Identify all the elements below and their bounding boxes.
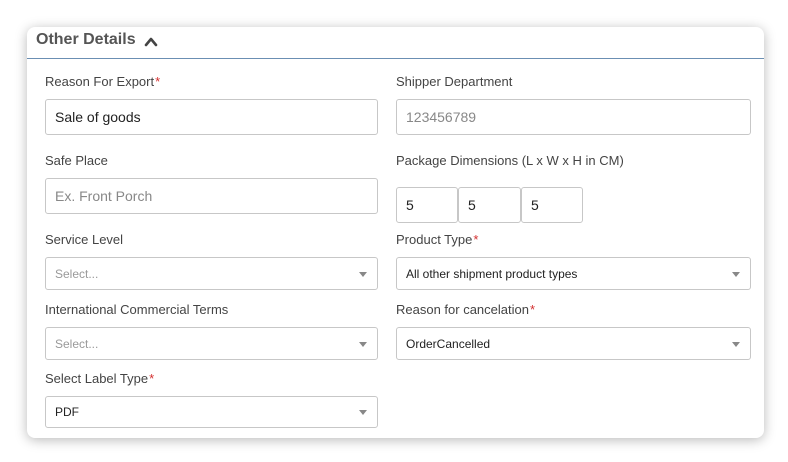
- package-width-input[interactable]: [458, 187, 521, 223]
- service-level-select[interactable]: Select...: [45, 257, 378, 290]
- incoterms-placeholder: Select...: [55, 336, 99, 351]
- reason-for-export-label: Reason For Export*: [45, 74, 160, 89]
- reason-for-cancelation-value: OrderCancelled: [406, 336, 491, 351]
- product-type-label-text: Product Type: [396, 232, 473, 247]
- product-type-value: All other shipment product types: [406, 266, 578, 281]
- required-marker: *: [529, 302, 536, 317]
- package-length-input[interactable]: [396, 187, 458, 223]
- product-type-select[interactable]: All other shipment product types: [396, 257, 751, 290]
- dropdown-caret-icon: [732, 341, 740, 347]
- package-dimensions-label: Package Dimensions (L x W x H in CM): [396, 153, 624, 168]
- label-type-label-text: Select Label Type: [45, 371, 149, 386]
- package-height-input[interactable]: [521, 187, 583, 223]
- section-title: Other Details: [36, 31, 136, 48]
- section-header[interactable]: Other Details: [27, 27, 764, 59]
- label-type-select[interactable]: PDF: [45, 396, 378, 428]
- reason-for-export-label-text: Reason For Export: [45, 74, 155, 89]
- label-type-value: PDF: [55, 405, 79, 419]
- reason-for-cancelation-label: Reason for cancelation*: [396, 302, 535, 317]
- dropdown-caret-icon: [732, 271, 740, 277]
- label-type-label: Select Label Type*: [45, 371, 154, 386]
- product-type-label: Product Type*: [396, 232, 478, 247]
- safe-place-input[interactable]: [45, 178, 378, 214]
- safe-place-label: Safe Place: [45, 153, 108, 168]
- chevron-up-icon[interactable]: [144, 35, 158, 47]
- required-marker: *: [149, 371, 155, 386]
- other-details-panel: Other Details Reason For Export* Shipper…: [27, 27, 764, 438]
- reason-for-cancelation-label-text: Reason for cancelation: [396, 302, 529, 317]
- shipper-department-label: Shipper Department: [396, 74, 513, 89]
- dropdown-caret-icon: [359, 410, 367, 415]
- dropdown-caret-icon: [359, 271, 367, 277]
- service-level-label: Service Level: [45, 232, 124, 247]
- incoterms-select[interactable]: Select...: [45, 327, 378, 360]
- incoterms-label: International Commercial Terms: [45, 302, 229, 317]
- required-marker: *: [155, 74, 161, 89]
- dropdown-caret-icon: [359, 341, 367, 347]
- service-level-placeholder: Select...: [55, 266, 99, 281]
- reason-for-export-input[interactable]: [45, 99, 378, 135]
- required-marker: *: [473, 232, 479, 247]
- shipper-department-input[interactable]: [396, 99, 751, 135]
- reason-for-cancelation-select[interactable]: OrderCancelled: [396, 327, 751, 360]
